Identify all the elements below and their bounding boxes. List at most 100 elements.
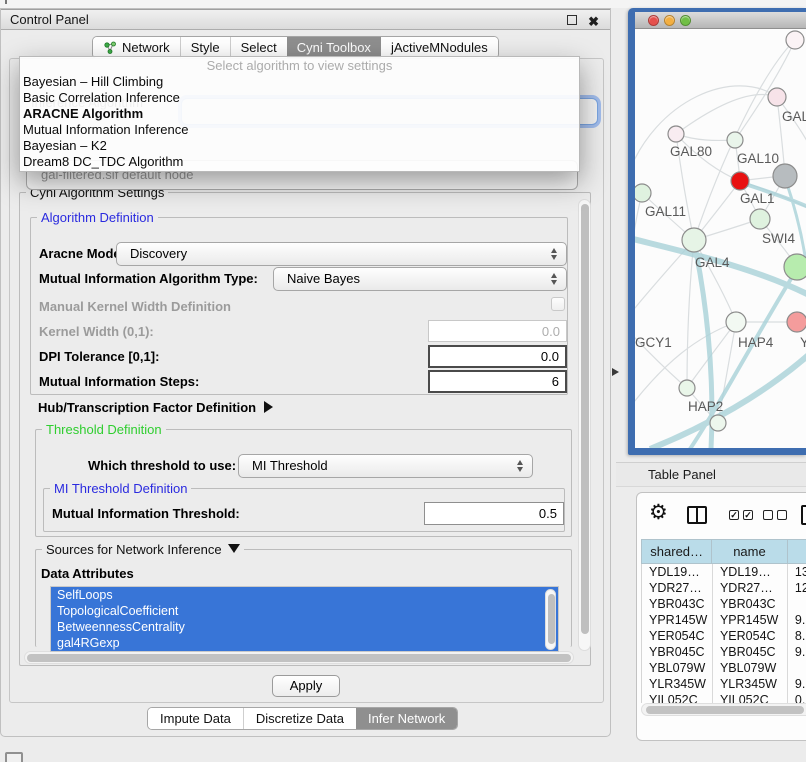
tab-style[interactable]: Style [180, 37, 230, 58]
table-row[interactable]: YBR045CYBR045C9. [642, 644, 806, 660]
settings-horizontal-scrollbar-thumb[interactable] [27, 654, 571, 662]
network-node[interactable] [726, 312, 746, 332]
data-attribute-item[interactable]: BetweennessCentrality [51, 619, 558, 635]
settings-vertical-scrollbar[interactable] [578, 199, 591, 651]
network-node[interactable] [679, 380, 695, 396]
table-row[interactable]: YPR145WYPR145W9. [642, 612, 806, 628]
kernel-width-field[interactable] [428, 320, 567, 342]
table-row[interactable]: YIL052CYIL052C0. [642, 692, 806, 703]
network-node[interactable] [786, 31, 804, 49]
table-cell[interactable]: 13 [788, 564, 806, 580]
table-cell[interactable]: YIL052C [713, 692, 788, 703]
which-threshold-combobox[interactable]: MI Threshold [238, 454, 533, 478]
mi-threshold-field[interactable] [424, 502, 564, 525]
columns-icon[interactable] [687, 506, 707, 524]
settings-horizontal-scrollbar[interactable] [24, 651, 574, 664]
network-node[interactable] [668, 126, 684, 142]
attributes-scrollbar[interactable] [545, 589, 556, 650]
algorithm-option[interactable]: Mutual Information Inference [20, 122, 579, 138]
network-node[interactable] [727, 132, 743, 148]
table-cell[interactable]: YBL079W [642, 660, 713, 676]
table-cell[interactable]: YLR345W [642, 676, 713, 692]
table-cell[interactable]: YBR043C [642, 596, 713, 612]
aracne-mode-combobox[interactable]: Discovery [116, 242, 567, 266]
select-all-icon[interactable]: ✓ [729, 510, 739, 520]
table-cell[interactable]: YIL052C [642, 692, 713, 703]
select-all-icon-2[interactable]: ✓ [743, 510, 753, 520]
table-cell[interactable]: YPR145W [642, 612, 713, 628]
hub-definition-toggle[interactable]: Hub/Transcription Factor Definition [38, 400, 273, 415]
attributes-scrollbar-thumb[interactable] [548, 594, 555, 644]
table-column-header[interactable]: A [788, 539, 806, 564]
table-horizontal-scrollbar[interactable] [641, 703, 806, 716]
data-attribute-item[interactable]: TopologicalCoefficient [51, 603, 558, 619]
network-node[interactable] [635, 184, 651, 202]
table-row[interactable]: YER054CYER054C8. [642, 628, 806, 644]
minimized-panel-icon[interactable] [5, 752, 23, 762]
table-cell[interactable]: YDL19… [713, 564, 788, 580]
table-cell[interactable]: 8. [788, 628, 806, 644]
gear-icon[interactable]: ⚙ [649, 500, 668, 525]
network-node[interactable] [682, 228, 706, 252]
manual-kernel-width-checkbox[interactable] [551, 297, 565, 311]
algorithm-option[interactable]: Bayesian – K2 [20, 138, 579, 154]
table-column-header[interactable]: shared… [641, 539, 712, 564]
network-node[interactable] [787, 312, 806, 332]
data-attributes-list[interactable]: SelfLoopsTopologicalCoefficientBetweenne… [50, 586, 559, 652]
network-node[interactable] [750, 209, 770, 229]
table-cell[interactable]: YBR043C [713, 596, 788, 612]
table-cell[interactable] [788, 596, 806, 612]
table-column-header[interactable]: name [712, 539, 787, 564]
mi-steps-field[interactable] [428, 370, 567, 393]
close-icon[interactable]: ✖ [588, 12, 599, 32]
export-table-icon[interactable] [801, 505, 806, 525]
table-cell[interactable]: YPR145W [713, 612, 788, 628]
table-cell[interactable]: YDR27… [713, 580, 788, 596]
table-horizontal-scrollbar-thumb[interactable] [646, 706, 804, 714]
algorithm-option[interactable]: Dream8 DC_TDC Algorithm [20, 154, 579, 170]
table-cell[interactable] [788, 660, 806, 676]
network-node[interactable] [731, 172, 749, 190]
mi-algorithm-type-combobox[interactable]: Naive Bayes [273, 267, 567, 291]
sources-group-toggle[interactable]: Sources for Network Inference [42, 542, 244, 557]
table-cell[interactable]: YLR345W [713, 676, 788, 692]
network-canvas[interactable]: GALGAL80GAL10GAL1GAL11SWI4GAL4GCY1HAP4YH… [635, 29, 806, 448]
dpi-tolerance-field[interactable] [428, 345, 567, 368]
table-row[interactable]: YBR043CYBR043C [642, 596, 806, 612]
table-cell[interactable]: YBL079W [713, 660, 788, 676]
tab-select[interactable]: Select [230, 37, 287, 58]
tab-cyni-toolbox[interactable]: Cyni Toolbox [287, 37, 381, 58]
tab-impute-data[interactable]: Impute Data [148, 708, 243, 729]
table-row[interactable]: YDL19…YDL19…13 [642, 564, 806, 580]
table-cell[interactable]: YBR045C [713, 644, 788, 660]
table-cell[interactable]: YDR27… [642, 580, 713, 596]
table-row[interactable]: YDR27…YDR27…12 [642, 580, 806, 596]
network-node[interactable] [768, 88, 786, 106]
network-graph[interactable]: GALGAL80GAL10GAL1GAL11SWI4GAL4GCY1HAP4YH… [635, 29, 806, 448]
deselect-all-icon-2[interactable] [777, 510, 787, 520]
minimize-traffic-light[interactable] [664, 15, 675, 26]
tab-discretize-data[interactable]: Discretize Data [243, 708, 356, 729]
table-cell[interactable]: YBR045C [642, 644, 713, 660]
settings-vertical-scrollbar-thumb[interactable] [581, 204, 589, 634]
apply-button[interactable]: Apply [272, 675, 340, 697]
network-node[interactable] [710, 415, 726, 431]
zoom-traffic-light[interactable] [680, 15, 691, 26]
data-attribute-item[interactable]: gal4RGexp [51, 635, 558, 651]
table-row[interactable]: YBL079WYBL079W [642, 660, 806, 676]
algorithm-option[interactable]: Basic Correlation Inference [20, 90, 579, 106]
table-cell[interactable]: 9. [788, 644, 806, 660]
table-row[interactable]: YLR345WYLR345W9. [642, 676, 806, 692]
table-cell[interactable]: YER054C [713, 628, 788, 644]
data-attribute-item[interactable]: SelfLoops [51, 587, 558, 603]
table-cell[interactable]: 12 [788, 580, 806, 596]
algorithm-option[interactable]: Bayesian – Hill Climbing [20, 74, 579, 90]
table-cell[interactable]: YER054C [642, 628, 713, 644]
close-traffic-light[interactable] [648, 15, 659, 26]
float-panel-icon[interactable] [567, 15, 577, 25]
table-cell[interactable]: 9. [788, 676, 806, 692]
table-cell[interactable]: YDL19… [642, 564, 713, 580]
tab-network[interactable]: Network [93, 37, 180, 58]
deselect-all-icon[interactable] [763, 510, 773, 520]
table-cell[interactable]: 9. [788, 612, 806, 628]
